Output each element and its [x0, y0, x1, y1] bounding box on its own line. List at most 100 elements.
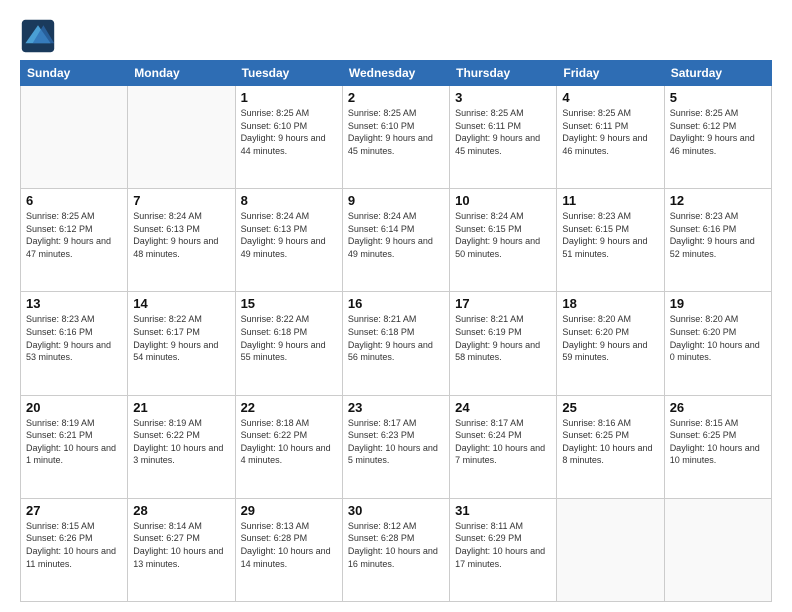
weekday-header-row: SundayMondayTuesdayWednesdayThursdayFrid… [21, 61, 772, 86]
calendar-cell: 18 Sunrise: 8:20 AM Sunset: 6:20 PM Dayli… [557, 292, 664, 395]
day-info: Sunrise: 8:19 AM Sunset: 6:21 PM Dayligh… [26, 417, 122, 467]
calendar-cell: 1 Sunrise: 8:25 AM Sunset: 6:10 PM Daylig… [235, 86, 342, 189]
day-info: Sunrise: 8:22 AM Sunset: 6:18 PM Dayligh… [241, 313, 337, 363]
day-info: Sunrise: 8:12 AM Sunset: 6:28 PM Dayligh… [348, 520, 444, 570]
day-info: Sunrise: 8:17 AM Sunset: 6:23 PM Dayligh… [348, 417, 444, 467]
calendar-cell: 20 Sunrise: 8:19 AM Sunset: 6:21 PM Dayli… [21, 395, 128, 498]
day-number: 23 [348, 400, 444, 415]
day-number: 29 [241, 503, 337, 518]
page: SundayMondayTuesdayWednesdayThursdayFrid… [0, 0, 792, 612]
day-number: 30 [348, 503, 444, 518]
calendar-cell: 21 Sunrise: 8:19 AM Sunset: 6:22 PM Dayli… [128, 395, 235, 498]
calendar-cell: 5Sunrise: 8:25 AM Sunset: 6:12 PM Daylig… [664, 86, 771, 189]
calendar-cell: 3 Sunrise: 8:25 AM Sunset: 6:11 PM Daylig… [450, 86, 557, 189]
day-info: Sunrise: 8:25 AM Sunset: 6:10 PM Dayligh… [348, 107, 444, 157]
calendar-cell: 23 Sunrise: 8:17 AM Sunset: 6:23 PM Dayli… [342, 395, 449, 498]
day-number: 28 [133, 503, 229, 518]
day-info: Sunrise: 8:25 AM Sunset: 6:10 PM Dayligh… [241, 107, 337, 157]
day-number: 21 [133, 400, 229, 415]
day-info: Sunrise: 8:22 AM Sunset: 6:17 PM Dayligh… [133, 313, 229, 363]
weekday-header-saturday: Saturday [664, 61, 771, 86]
day-number: 17 [455, 296, 551, 311]
calendar-cell: 16 Sunrise: 8:21 AM Sunset: 6:18 PM Dayli… [342, 292, 449, 395]
day-number: 1 [241, 90, 337, 105]
day-number: 18 [562, 296, 658, 311]
day-number: 2 [348, 90, 444, 105]
day-info: Sunrise: 8:25 AM Sunset: 6:12 PM Dayligh… [26, 210, 122, 260]
day-info: Sunrise: 8:13 AM Sunset: 6:28 PM Dayligh… [241, 520, 337, 570]
day-info: Sunrise: 8:20 AM Sunset: 6:20 PM Dayligh… [670, 313, 766, 363]
calendar-cell: 2 Sunrise: 8:25 AM Sunset: 6:10 PM Daylig… [342, 86, 449, 189]
day-number: 20 [26, 400, 122, 415]
day-number: 16 [348, 296, 444, 311]
calendar-cell: 8 Sunrise: 8:24 AM Sunset: 6:13 PM Daylig… [235, 189, 342, 292]
day-number: 24 [455, 400, 551, 415]
weekday-header-tuesday: Tuesday [235, 61, 342, 86]
day-number: 12 [670, 193, 766, 208]
day-info: Sunrise: 8:19 AM Sunset: 6:22 PM Dayligh… [133, 417, 229, 467]
day-number: 5 [670, 90, 766, 105]
day-number: 31 [455, 503, 551, 518]
calendar-cell: 15 Sunrise: 8:22 AM Sunset: 6:18 PM Dayli… [235, 292, 342, 395]
day-info: Sunrise: 8:25 AM Sunset: 6:11 PM Dayligh… [562, 107, 658, 157]
day-number: 15 [241, 296, 337, 311]
calendar-cell [128, 86, 235, 189]
calendar-cell: 31 Sunrise: 8:11 AM Sunset: 6:29 PM Dayli… [450, 498, 557, 601]
weekday-header-wednesday: Wednesday [342, 61, 449, 86]
day-info: Sunrise: 8:16 AM Sunset: 6:25 PM Dayligh… [562, 417, 658, 467]
week-row-3: 13Sunrise: 8:23 AM Sunset: 6:16 PM Dayli… [21, 292, 772, 395]
day-info: Sunrise: 8:25 AM Sunset: 6:11 PM Dayligh… [455, 107, 551, 157]
calendar-cell: 14 Sunrise: 8:22 AM Sunset: 6:17 PM Dayli… [128, 292, 235, 395]
day-info: Sunrise: 8:21 AM Sunset: 6:18 PM Dayligh… [348, 313, 444, 363]
day-number: 9 [348, 193, 444, 208]
calendar-cell: 7Sunrise: 8:24 AM Sunset: 6:13 PM Daylig… [128, 189, 235, 292]
day-info: Sunrise: 8:24 AM Sunset: 6:15 PM Dayligh… [455, 210, 551, 260]
calendar-cell: 26Sunrise: 8:15 AM Sunset: 6:25 PM Dayli… [664, 395, 771, 498]
weekday-header-friday: Friday [557, 61, 664, 86]
weekday-header-monday: Monday [128, 61, 235, 86]
day-number: 19 [670, 296, 766, 311]
week-row-4: 20 Sunrise: 8:19 AM Sunset: 6:21 PM Dayli… [21, 395, 772, 498]
calendar-cell: 13Sunrise: 8:23 AM Sunset: 6:16 PM Dayli… [21, 292, 128, 395]
calendar-cell: 19 Sunrise: 8:20 AM Sunset: 6:20 PM Dayli… [664, 292, 771, 395]
calendar-cell [557, 498, 664, 601]
calendar-table: SundayMondayTuesdayWednesdayThursdayFrid… [20, 60, 772, 602]
day-info: Sunrise: 8:21 AM Sunset: 6:19 PM Dayligh… [455, 313, 551, 363]
day-info: Sunrise: 8:11 AM Sunset: 6:29 PM Dayligh… [455, 520, 551, 570]
day-info: Sunrise: 8:24 AM Sunset: 6:13 PM Dayligh… [241, 210, 337, 260]
calendar-cell: 28 Sunrise: 8:14 AM Sunset: 6:27 PM Dayli… [128, 498, 235, 601]
logo [20, 18, 58, 54]
day-info: Sunrise: 8:24 AM Sunset: 6:13 PM Dayligh… [133, 210, 229, 260]
calendar-cell: 22Sunrise: 8:18 AM Sunset: 6:22 PM Dayli… [235, 395, 342, 498]
day-info: Sunrise: 8:18 AM Sunset: 6:22 PM Dayligh… [241, 417, 337, 467]
calendar-cell: 9 Sunrise: 8:24 AM Sunset: 6:14 PM Daylig… [342, 189, 449, 292]
day-number: 4 [562, 90, 658, 105]
calendar-cell: 11Sunrise: 8:23 AM Sunset: 6:15 PM Dayli… [557, 189, 664, 292]
calendar-cell: 17 Sunrise: 8:21 AM Sunset: 6:19 PM Dayli… [450, 292, 557, 395]
day-number: 3 [455, 90, 551, 105]
logo-icon [20, 18, 56, 54]
day-number: 25 [562, 400, 658, 415]
calendar-cell: 12 Sunrise: 8:23 AM Sunset: 6:16 PM Dayli… [664, 189, 771, 292]
day-info: Sunrise: 8:23 AM Sunset: 6:15 PM Dayligh… [562, 210, 658, 260]
day-info: Sunrise: 8:15 AM Sunset: 6:25 PM Dayligh… [670, 417, 766, 467]
day-info: Sunrise: 8:24 AM Sunset: 6:14 PM Dayligh… [348, 210, 444, 260]
calendar-cell [664, 498, 771, 601]
header [20, 18, 772, 54]
calendar-cell: 24Sunrise: 8:17 AM Sunset: 6:24 PM Dayli… [450, 395, 557, 498]
calendar-cell: 6 Sunrise: 8:25 AM Sunset: 6:12 PM Daylig… [21, 189, 128, 292]
day-info: Sunrise: 8:23 AM Sunset: 6:16 PM Dayligh… [670, 210, 766, 260]
day-number: 27 [26, 503, 122, 518]
week-row-1: 1 Sunrise: 8:25 AM Sunset: 6:10 PM Daylig… [21, 86, 772, 189]
calendar-cell: 25 Sunrise: 8:16 AM Sunset: 6:25 PM Dayli… [557, 395, 664, 498]
day-number: 10 [455, 193, 551, 208]
day-info: Sunrise: 8:15 AM Sunset: 6:26 PM Dayligh… [26, 520, 122, 570]
week-row-2: 6 Sunrise: 8:25 AM Sunset: 6:12 PM Daylig… [21, 189, 772, 292]
day-info: Sunrise: 8:20 AM Sunset: 6:20 PM Dayligh… [562, 313, 658, 363]
day-number: 8 [241, 193, 337, 208]
day-info: Sunrise: 8:14 AM Sunset: 6:27 PM Dayligh… [133, 520, 229, 570]
day-number: 6 [26, 193, 122, 208]
weekday-header-thursday: Thursday [450, 61, 557, 86]
day-number: 14 [133, 296, 229, 311]
week-row-5: 27 Sunrise: 8:15 AM Sunset: 6:26 PM Dayli… [21, 498, 772, 601]
